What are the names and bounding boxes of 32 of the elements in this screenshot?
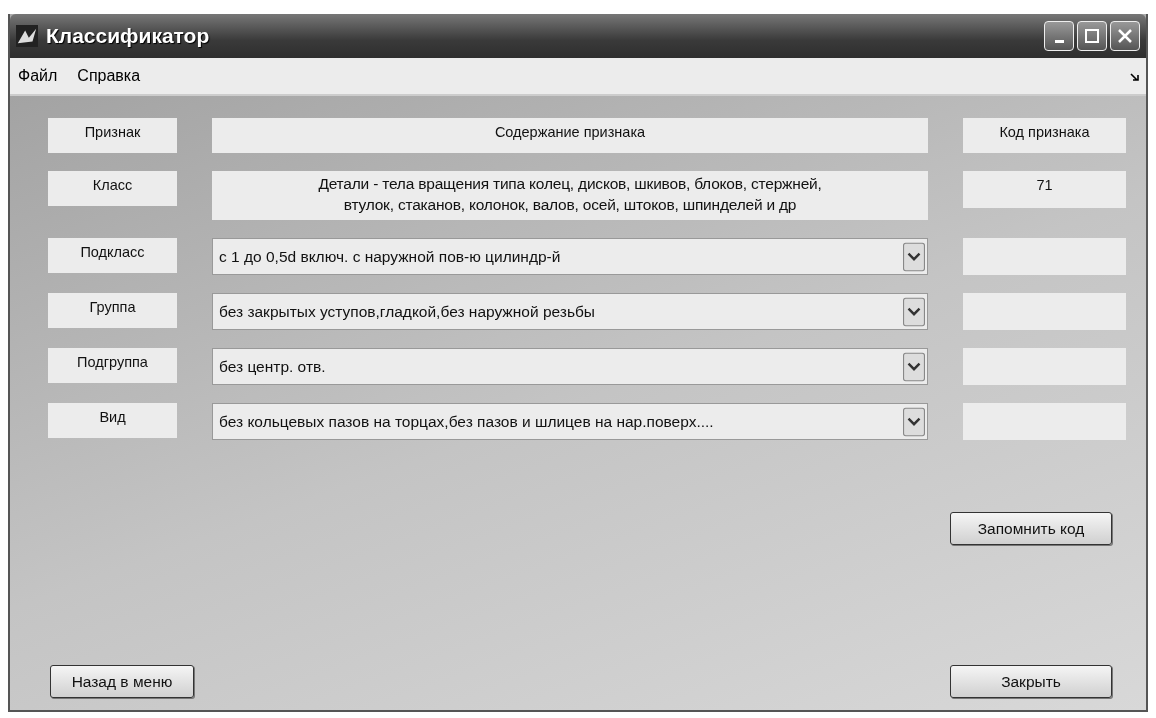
chevron-down-icon[interactable] — [903, 296, 925, 327]
feature-label: Вид — [48, 403, 177, 438]
close-dialog-button[interactable]: Закрыть — [950, 665, 1112, 698]
feature-label: Группа — [48, 293, 177, 328]
chevron-down-icon[interactable] — [903, 406, 925, 437]
window-title: Классификатор — [46, 24, 211, 48]
column-header: Признак — [48, 118, 177, 153]
wave-icon — [16, 25, 38, 47]
feature-label: Подкласс — [48, 238, 177, 273]
menu-item[interactable]: Справка — [77, 67, 141, 85]
column-header: Код признака — [963, 118, 1126, 153]
column-header: Содержание признака — [212, 118, 928, 153]
dropdown[interactable]: с 1 до 0,5d включ. с наружной пов-ю цилиндр-й — [212, 238, 928, 275]
maximize-icon — [1082, 26, 1102, 46]
chevron-down-icon[interactable] — [903, 241, 925, 272]
dropdown[interactable]: без кольцевых пазов на торцах,без пазов и шлицев на нар.поверх.... — [212, 403, 928, 440]
feature-label: Подгруппа — [48, 348, 177, 383]
menu-item[interactable]: Файл — [18, 67, 58, 85]
dock-arrow-icon — [1130, 72, 1140, 82]
dropdown[interactable]: без центр. отв. — [212, 348, 928, 385]
back-button[interactable]: Назад в меню — [50, 665, 194, 698]
close-button[interactable] — [1110, 21, 1140, 51]
remember-code-button[interactable]: Запомнить код — [950, 512, 1112, 545]
description-line: втулок, стаканов, колонок, валов, осей, штоков, шпинделей и др — [343, 196, 797, 214]
code-field: 71 — [963, 171, 1126, 208]
maximize-button[interactable] — [1077, 21, 1107, 51]
minimize-icon — [1054, 39, 1064, 43]
dropdown[interactable]: без закрытых уступов,гладкой,без наружной резьбы — [212, 293, 928, 330]
description-line: Детали - тела вращения типа колец, дисков, шкивов, блоков, стержней, — [318, 175, 822, 193]
chevron-down-icon[interactable] — [903, 351, 925, 382]
minimize-button[interactable] — [1044, 21, 1074, 51]
feature-label: Класс — [48, 171, 177, 206]
